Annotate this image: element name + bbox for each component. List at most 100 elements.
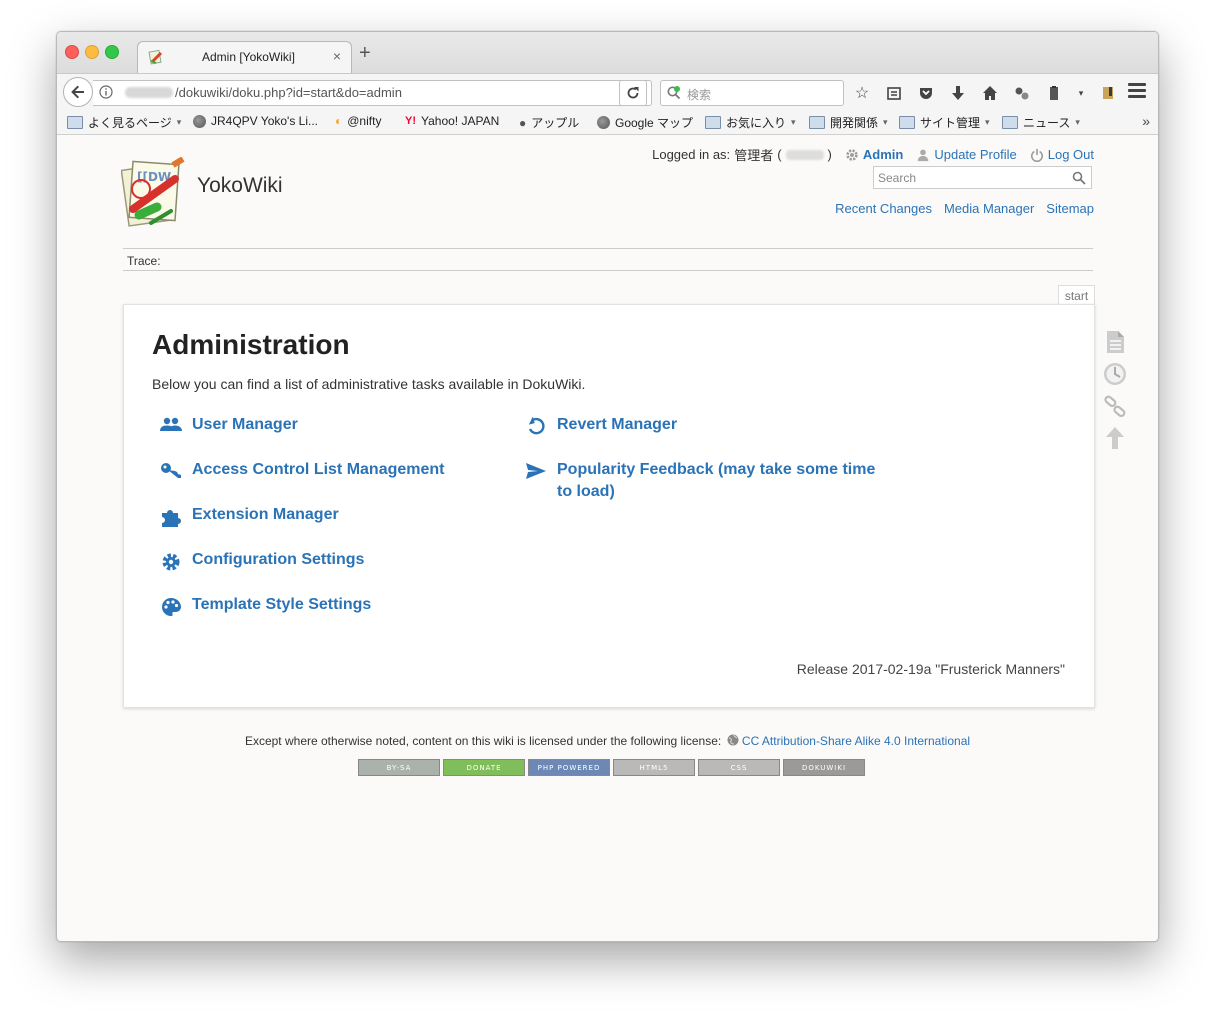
login-id-redacted — [785, 149, 824, 160]
chevron-down-icon: ▾ — [985, 117, 990, 127]
badge-html5[interactable]: HTML5 — [613, 759, 695, 776]
bookmark-item[interactable]: サイト管理 ▾ — [899, 114, 990, 131]
back-button[interactable] — [63, 77, 93, 107]
bookmark-item[interactable]: ● アップル — [519, 114, 579, 131]
divider — [123, 248, 1093, 249]
wiki-search-placeholder: Search — [878, 171, 917, 185]
folder-icon — [705, 116, 721, 129]
dokuwiki-favicon-icon — [148, 49, 163, 65]
logout-link[interactable]: Log Out — [1048, 147, 1094, 162]
clipboard-icon[interactable] — [1043, 82, 1065, 104]
task-label: Configuration Settings — [192, 551, 365, 568]
bookmark-item[interactable]: ニュース ▾ — [1002, 114, 1080, 131]
tab-close-icon[interactable]: × — [333, 48, 341, 64]
apple-icon: ● — [519, 115, 527, 130]
recent-changes-link[interactable]: Recent Changes — [835, 201, 932, 216]
bookmark-item[interactable]: JR4QPV Yoko's Li... — [193, 114, 318, 128]
chevron-down-icon: ▾ — [883, 117, 888, 127]
divider — [123, 270, 1093, 271]
profile-user-icon — [918, 149, 929, 161]
old-revisions-tool[interactable] — [1101, 362, 1129, 386]
browser-search-field[interactable]: 検索 — [660, 80, 844, 106]
minimize-window-button[interactable] — [85, 45, 99, 59]
back-arrow-icon — [71, 85, 84, 99]
bookmark-star-icon[interactable]: ☆ — [851, 82, 873, 104]
release-version: Release 2017-02-19a "Frusterick Manners" — [796, 661, 1065, 677]
badge-donate[interactable]: DONATE — [443, 759, 525, 776]
acl-management-link[interactable]: Access Control List Management — [160, 459, 445, 481]
username-paren-close: ) — [827, 147, 832, 162]
pocket-icon[interactable] — [915, 82, 937, 104]
admin-link[interactable]: Admin — [863, 147, 903, 162]
reading-list-icon[interactable] — [883, 82, 905, 104]
bookmark-item[interactable]: ◐ @nifty — [335, 114, 381, 128]
clock-icon — [1104, 363, 1126, 385]
close-window-button[interactable] — [65, 45, 79, 59]
popularity-feedback-link[interactable]: Popularity Feedback (may take some time … — [525, 459, 885, 503]
bookmark-label: JR4QPV Yoko's Li... — [211, 114, 319, 128]
bookmark-label: サイト管理 — [920, 116, 981, 130]
page-icon — [1107, 331, 1124, 353]
badge-cc-by-sa[interactable]: BY-SA — [358, 759, 440, 776]
license-text: Except where otherwise noted, content on… — [244, 734, 722, 748]
nifty-icon: ◐ — [335, 114, 343, 128]
badge-css[interactable]: CSS — [698, 759, 780, 776]
badge-dokuwiki[interactable]: DOKUWIKI — [783, 759, 865, 776]
bookmarks-overflow-button[interactable]: » — [1142, 113, 1150, 129]
back-to-top-tool[interactable] — [1101, 426, 1129, 450]
wiki-search-input[interactable]: Search — [873, 166, 1092, 189]
license-link[interactable]: CC Attribution-Share Alike 4.0 Internati… — [742, 734, 970, 748]
bookmark-item[interactable]: よく見るページ ▾ — [67, 114, 181, 131]
backlinks-tool[interactable] — [1101, 394, 1129, 418]
chevron-down-icon: ▾ — [176, 117, 182, 127]
sitemap-link[interactable]: Sitemap — [1046, 201, 1094, 216]
home-icon[interactable] — [979, 82, 1001, 104]
task-label: Extension Manager — [192, 506, 339, 523]
zoom-window-button[interactable] — [105, 45, 119, 59]
template-style-settings-link[interactable]: Template Style Settings — [160, 594, 371, 617]
toolbar-icons: ☆ ▾ — [851, 82, 1119, 104]
site-info-icon[interactable] — [99, 85, 113, 99]
admin-gear-icon — [846, 148, 858, 161]
search-icon[interactable] — [1072, 171, 1086, 185]
username: 管理者 — [734, 148, 774, 163]
page-id-tab: start — [1058, 285, 1095, 306]
bookmark-label: アップル — [531, 116, 580, 130]
show-page-tool[interactable] — [1101, 330, 1129, 354]
puzzle-icon — [162, 510, 181, 527]
new-tab-button[interactable]: + — [359, 43, 371, 63]
extension-manager-link[interactable]: Extension Manager — [160, 504, 339, 527]
badge-php-powered[interactable]: PHP POWERED — [528, 759, 610, 776]
link-icon — [1104, 395, 1126, 418]
folder-icon — [899, 116, 915, 129]
menu-hamburger-icon[interactable] — [1128, 83, 1146, 101]
bookmark-label: お気に入り — [726, 116, 787, 130]
logged-in-label: Logged in as: — [652, 147, 731, 162]
bookmark-item[interactable]: お気に入り ▾ — [705, 114, 796, 131]
revert-manager-link[interactable]: Revert Manager — [525, 414, 677, 437]
reload-button[interactable] — [619, 80, 647, 106]
cc-globe-icon — [727, 734, 739, 746]
site-tools: Recent Changes Media Manager Sitemap — [835, 201, 1094, 216]
media-manager-link[interactable]: Media Manager — [944, 201, 1034, 216]
browser-tab-active[interactable]: Admin [YokoWiki] × — [137, 41, 352, 74]
dropdown-chevron-icon[interactable]: ▾ — [1075, 82, 1087, 104]
dokuwiki-logo[interactable]: [[DW — [121, 157, 187, 229]
extension-icon[interactable] — [1011, 82, 1033, 104]
bookmark-ribbon-icon[interactable] — [1097, 82, 1119, 104]
site-title[interactable]: YokoWiki — [197, 174, 283, 198]
url-bar[interactable]: /dokuwiki/doku.php?id=start&do=admin — [93, 80, 652, 106]
user-manager-link[interactable]: User Manager — [160, 414, 298, 436]
downloads-icon[interactable] — [947, 82, 969, 104]
url-host-redacted — [125, 87, 173, 98]
bookmark-item[interactable]: Y! Yahoo! JAPAN — [405, 114, 499, 128]
bookmark-item[interactable]: Google マップ — [597, 114, 693, 131]
bookmark-item[interactable]: 開発関係 ▾ — [809, 114, 888, 131]
configuration-settings-link[interactable]: Configuration Settings — [160, 549, 364, 572]
send-icon — [526, 463, 546, 479]
bookmark-label: よく見るページ — [88, 116, 172, 130]
page-title: Administration — [152, 329, 350, 360]
update-profile-link[interactable]: Update Profile — [934, 147, 1016, 162]
reload-icon — [627, 87, 639, 99]
bookmarks-toolbar: よく見るページ ▾ JR4QPV Yoko's Li... ◐ @nifty Y! Yaho… — [57, 110, 1158, 135]
